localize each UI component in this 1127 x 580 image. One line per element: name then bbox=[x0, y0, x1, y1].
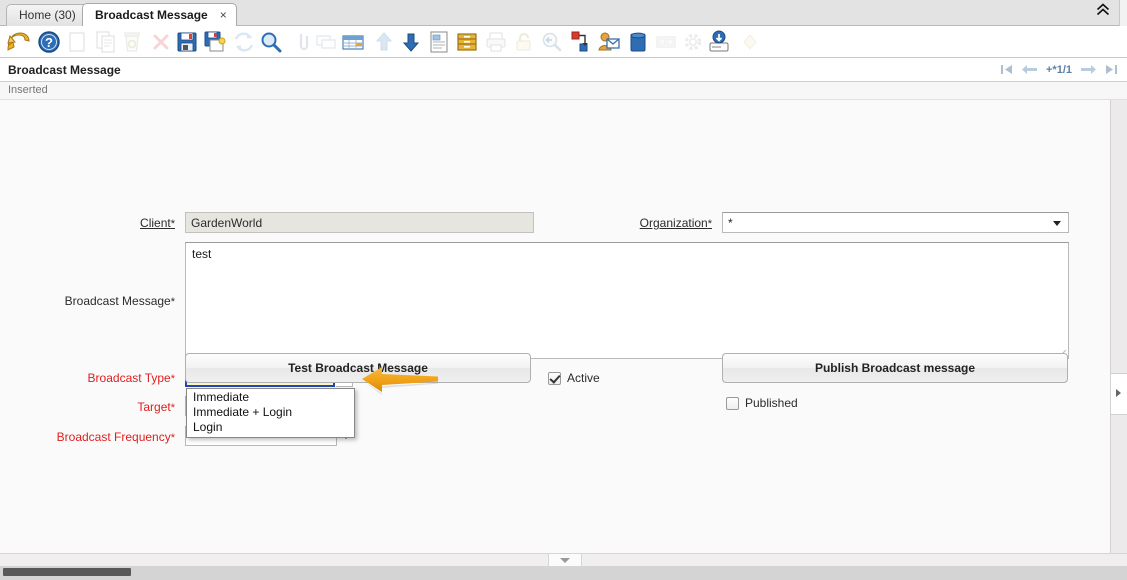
report-icon[interactable] bbox=[426, 29, 452, 55]
tab-broadcast-message-label: Broadcast Message bbox=[95, 8, 208, 22]
close-icon[interactable]: × bbox=[220, 7, 227, 23]
published-label: Published bbox=[745, 396, 798, 410]
collapse-panel-handle[interactable] bbox=[548, 554, 582, 566]
help-icon[interactable]: ? bbox=[36, 29, 62, 55]
broadcast-type-label: Broadcast Type* bbox=[50, 371, 175, 385]
product-info-icon[interactable] bbox=[625, 29, 651, 55]
organization-dropdown-arrow[interactable] bbox=[1048, 213, 1065, 232]
detail-record-icon[interactable] bbox=[398, 29, 424, 55]
copy-record-icon bbox=[93, 29, 119, 55]
attachment-note-icon bbox=[653, 29, 679, 55]
dropdown-option-immediate-login[interactable]: Immediate + Login bbox=[187, 405, 354, 420]
tab-broadcast-message[interactable]: Broadcast Message × bbox=[82, 3, 237, 26]
export-icon[interactable] bbox=[706, 29, 732, 55]
record-status-line: Inserted bbox=[0, 82, 1127, 100]
published-checkbox[interactable] bbox=[726, 397, 739, 410]
active-checkbox[interactable] bbox=[548, 372, 561, 385]
tab-bar-right-edge bbox=[1119, 0, 1127, 26]
target-label: Target* bbox=[50, 400, 175, 414]
record-counter: +*1/1 bbox=[1046, 64, 1072, 76]
window-title-bar: Broadcast Message +*1/1 bbox=[0, 58, 1127, 82]
right-panel-rail bbox=[1110, 100, 1127, 555]
application-window: Home (30) Broadcast Message × ? bbox=[0, 0, 1127, 580]
broadcast-message-label: Broadcast Message* bbox=[50, 294, 175, 308]
expand-right-panel-button[interactable] bbox=[1111, 373, 1127, 415]
svg-text:?: ? bbox=[45, 35, 53, 50]
save-icon[interactable] bbox=[174, 29, 200, 55]
previous-record-icon[interactable] bbox=[1022, 64, 1037, 77]
request-icon[interactable] bbox=[596, 29, 622, 55]
first-record-icon[interactable] bbox=[1001, 64, 1013, 77]
page-title: Broadcast Message bbox=[8, 63, 121, 77]
refresh-icon bbox=[231, 29, 257, 55]
record-status-text: Inserted bbox=[8, 84, 48, 96]
attachment-icon bbox=[288, 29, 314, 55]
active-label: Active bbox=[567, 371, 600, 385]
lock-icon bbox=[511, 29, 537, 55]
delete-record-icon bbox=[119, 29, 145, 55]
client-field[interactable] bbox=[185, 212, 534, 233]
tab-bar: Home (30) Broadcast Message × bbox=[0, 0, 1127, 26]
form-panel: Client* Organization* Broadcast Message*… bbox=[0, 100, 1110, 555]
record-navigation: +*1/1 bbox=[1001, 62, 1117, 78]
broadcast-type-dropdown-list[interactable]: Immediate Immediate + Login Login bbox=[186, 388, 355, 438]
chat-icon bbox=[313, 29, 339, 55]
workflow-icon[interactable] bbox=[568, 29, 594, 55]
dropdown-option-immediate[interactable]: Immediate bbox=[187, 390, 354, 405]
organization-label: Organization* bbox=[560, 216, 712, 230]
zoom-across-icon bbox=[538, 29, 564, 55]
organization-field[interactable] bbox=[722, 212, 1069, 233]
tab-home[interactable]: Home (30) bbox=[6, 4, 89, 26]
dropdown-option-login[interactable]: Login bbox=[187, 420, 354, 435]
next-record-icon[interactable] bbox=[1081, 64, 1096, 77]
client-label: Client* bbox=[50, 216, 175, 230]
active-checkbox-group[interactable]: Active bbox=[548, 371, 600, 385]
undo-icon[interactable] bbox=[6, 29, 32, 55]
publish-broadcast-message-button[interactable]: Publish Broadcast message bbox=[722, 353, 1068, 383]
split-bar bbox=[0, 553, 1127, 567]
published-checkbox-group[interactable]: Published bbox=[726, 396, 798, 410]
archive-icon[interactable] bbox=[454, 29, 480, 55]
test-broadcast-message-button[interactable]: Test Broadcast Message bbox=[185, 353, 531, 383]
tab-home-label: Home (30) bbox=[19, 8, 76, 22]
save-create-new-icon[interactable] bbox=[202, 29, 228, 55]
new-record-icon bbox=[64, 29, 90, 55]
main-toolbar: ? bbox=[0, 26, 1127, 58]
broadcast-frequency-label: Broadcast Frequency* bbox=[28, 430, 175, 444]
chevron-double-up-icon[interactable] bbox=[1093, 3, 1113, 21]
last-record-icon[interactable] bbox=[1105, 64, 1117, 77]
find-icon[interactable] bbox=[258, 29, 284, 55]
preference-icon bbox=[680, 29, 706, 55]
print-icon bbox=[483, 29, 509, 55]
broadcast-message-field[interactable]: test bbox=[185, 242, 1069, 359]
delete-selection-icon bbox=[148, 29, 174, 55]
parent-record-icon bbox=[371, 29, 397, 55]
grid-toggle-icon[interactable] bbox=[340, 29, 366, 55]
status-bar bbox=[0, 567, 1127, 580]
status-bar-indicator bbox=[3, 568, 131, 576]
end-icon bbox=[737, 29, 763, 55]
